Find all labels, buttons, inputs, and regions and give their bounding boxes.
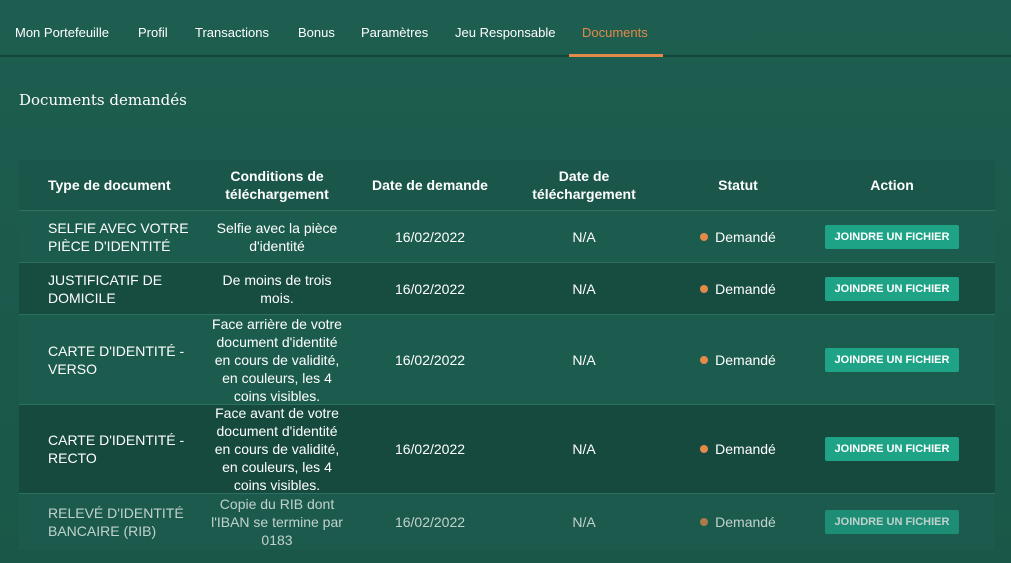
tab-documents[interactable]: Documents bbox=[582, 0, 648, 57]
cell-action: JOINDRE UN FICHIER bbox=[819, 405, 965, 493]
table-row: CARTE D'IDENTITÉ - RECTO Face avant de v… bbox=[19, 405, 995, 494]
cell-request-date: 16/02/2022 bbox=[394, 351, 466, 368]
header-type: Type de document bbox=[48, 177, 171, 193]
page: Mon Portefeuille Profil Transactions Bon… bbox=[0, 0, 1011, 563]
tab-profil[interactable]: Profil bbox=[138, 0, 168, 57]
cell-upload-date: N/A bbox=[572, 514, 596, 530]
cell-status: Demandé bbox=[657, 315, 819, 404]
cell-request-date: 16/02/2022 bbox=[394, 280, 466, 297]
cell-status: Demandé bbox=[657, 211, 819, 262]
header-action: Action bbox=[870, 177, 914, 193]
cell-status: Demandé bbox=[657, 405, 819, 493]
status-label: Demandé bbox=[715, 351, 776, 368]
cell-document-type: RELEVÉ D'IDENTITÉ BANCAIRE (RIB) bbox=[48, 505, 184, 539]
header-conditions: Conditions de téléchargement bbox=[225, 168, 329, 202]
table-row: JUSTIFICATIF DE DOMICILE De moins de tro… bbox=[19, 263, 995, 315]
cell-action: JOINDRE UN FICHIER bbox=[819, 315, 965, 404]
cell-upload-date: N/A bbox=[572, 441, 596, 457]
tab-bonus[interactable]: Bonus bbox=[298, 0, 335, 57]
header-status: Statut bbox=[718, 177, 758, 193]
cell-status: Demandé bbox=[657, 263, 819, 314]
tab-mon-portefeuille[interactable]: Mon Portefeuille bbox=[15, 0, 109, 57]
cell-upload-date: N/A bbox=[572, 228, 596, 245]
table-row: RELEVÉ D'IDENTITÉ BANCAIRE (RIB) Copie d… bbox=[19, 494, 995, 550]
cell-request-date: 16/02/2022 bbox=[394, 514, 466, 530]
cell-action: JOINDRE UN FICHIER bbox=[819, 494, 965, 550]
tab-transactions[interactable]: Transactions bbox=[195, 0, 269, 57]
cell-conditions: De moins de trois mois. bbox=[222, 271, 332, 306]
cell-request-date: 16/02/2022 bbox=[394, 228, 466, 245]
tab-jeu-responsable[interactable]: Jeu Responsable bbox=[455, 0, 555, 57]
status-dot-icon bbox=[700, 355, 709, 364]
table-row: CARTE D'IDENTITÉ - VERSO Face arrière de… bbox=[19, 315, 995, 405]
cell-document-type: JUSTIFICATIF DE DOMICILE bbox=[48, 271, 163, 306]
cell-status: Demandé bbox=[657, 494, 819, 550]
attach-file-button[interactable]: JOINDRE UN FICHIER bbox=[824, 224, 960, 249]
cell-action: JOINDRE UN FICHIER bbox=[819, 263, 965, 314]
cell-document-type: CARTE D'IDENTITÉ - VERSO bbox=[48, 342, 185, 377]
active-tab-indicator bbox=[569, 54, 663, 57]
table-row: SELFIE AVEC VOTRE PIÈCE D'IDENTITÉ Selfi… bbox=[19, 211, 995, 263]
attach-file-button[interactable]: JOINDRE UN FICHIER bbox=[824, 437, 960, 461]
table-header: Type de document Conditions de télécharg… bbox=[19, 160, 995, 211]
cell-upload-date: N/A bbox=[572, 351, 596, 368]
cell-request-date: 16/02/2022 bbox=[394, 441, 466, 457]
cell-conditions: Copie du RIB dont l'IBAN se termine par … bbox=[211, 496, 343, 548]
status-dot-icon bbox=[700, 284, 709, 293]
attach-file-button[interactable]: JOINDRE UN FICHIER bbox=[824, 276, 960, 301]
status-label: Demandé bbox=[715, 441, 776, 457]
header-upload-date: Date de téléchargement bbox=[532, 168, 636, 202]
cell-conditions: Face avant de votre document d'identité … bbox=[214, 405, 340, 493]
status-label: Demandé bbox=[715, 280, 776, 297]
cell-conditions: Face arrière de votre document d'identit… bbox=[212, 315, 342, 404]
cell-document-type: CARTE D'IDENTITÉ - RECTO bbox=[48, 432, 185, 466]
cell-upload-date: N/A bbox=[572, 280, 596, 297]
attach-file-button[interactable]: JOINDRE UN FICHIER bbox=[824, 347, 960, 372]
header-request-date: Date de demande bbox=[372, 177, 488, 193]
tab-parametres[interactable]: Paramètres bbox=[361, 0, 428, 57]
status-label: Demandé bbox=[715, 514, 776, 530]
cell-conditions: Selfie avec la pièce d'identité bbox=[216, 219, 338, 254]
status-label: Demandé bbox=[715, 228, 776, 245]
attach-file-button[interactable]: JOINDRE UN FICHIER bbox=[824, 510, 960, 534]
documents-table: Type de document Conditions de télécharg… bbox=[19, 160, 995, 550]
status-dot-icon bbox=[700, 445, 709, 453]
cell-document-type: SELFIE AVEC VOTRE PIÈCE D'IDENTITÉ bbox=[48, 219, 189, 254]
cell-action: JOINDRE UN FICHIER bbox=[819, 211, 965, 262]
status-dot-icon bbox=[700, 518, 709, 526]
account-tabs: Mon Portefeuille Profil Transactions Bon… bbox=[0, 0, 1011, 57]
section-title: Documents demandés bbox=[19, 91, 187, 109]
status-dot-icon bbox=[700, 232, 709, 241]
